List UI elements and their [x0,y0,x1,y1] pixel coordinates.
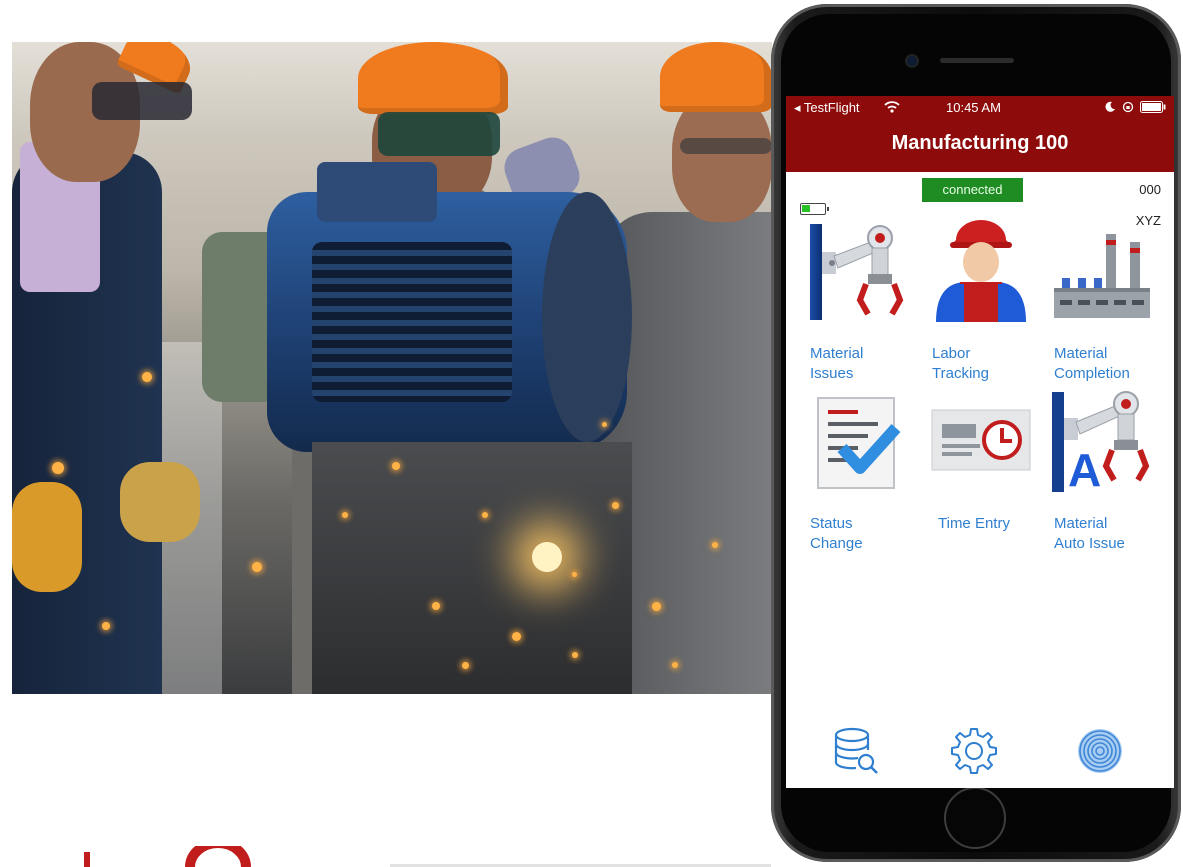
workers-grinding-photo [12,42,772,694]
tile-label: Status Change [810,515,863,552]
checklist-icon [817,397,901,489]
app-screen: ◂ TestFlight 10:45 AM Manufacturing 100 … [786,96,1174,788]
tile-label: Material Issues [810,345,864,382]
settings-gear-icon[interactable] [949,726,999,776]
battery-level-fill [802,205,810,212]
navigation-bar: Manufacturing 100 [786,118,1174,172]
earpiece-speaker [940,58,1014,63]
robot-arm-icon [810,224,904,320]
device-code: 000 [1139,182,1161,197]
svg-text:A: A [1068,444,1101,496]
factory-icon [1054,234,1150,318]
status-time: 10:45 AM [946,100,1001,115]
wifi-icon [884,101,900,113]
home-button[interactable] [944,787,1006,849]
scanner-battery-icon [800,203,829,215]
tile-label: Material Completion [1054,345,1130,382]
status-bar: ◂ TestFlight 10:45 AM [786,96,1174,118]
time-card-icon [931,409,1031,471]
battery-status-icon [1140,101,1166,113]
front-camera [905,54,919,68]
connection-status-badge: connected [922,178,1023,202]
fingerprint-icon[interactable] [1075,726,1125,776]
app-title: Manufacturing 100 [891,132,1069,154]
bottom-toolbar [786,714,1174,788]
orientation-lock-icon [1122,101,1134,113]
database-search-icon[interactable] [832,726,882,776]
tile-label: Material Auto Issue [1054,515,1125,552]
auto-robot-arm-icon: A [1052,391,1150,496]
tile-label: Time Entry [938,515,1010,532]
tile-label: Labor Tracking [932,345,989,382]
worker-icon [936,220,1026,322]
partial-red-logo [84,846,251,867]
back-to-testflight-link[interactable]: ◂ TestFlight [794,100,860,116]
do-not-disturb-moon-icon [1105,101,1115,112]
